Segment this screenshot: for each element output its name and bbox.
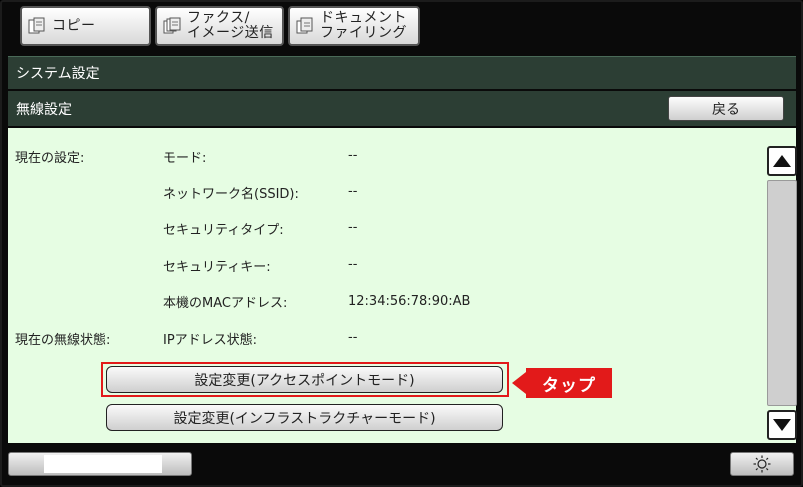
tab-copy-label: コピー [52,17,96,34]
wireless-settings-title-bar: 無線設定 戻る [8,91,796,126]
security-key-value: -- [348,257,358,272]
tab-copy[interactable]: コピー [20,6,151,46]
tab-document-label: ドキュメント ファイリング [320,11,407,41]
brightness-button[interactable] [730,452,794,476]
wireless-settings-title: 無線設定 [16,101,72,118]
tab-fax-image-send[interactable]: ファクス/ イメージ送信 [155,6,284,46]
current-settings-label: 現在の設定: [15,151,85,166]
mode-value: -- [348,148,358,163]
tab-fax-label: ファクス/ イメージ送信 [187,11,274,41]
tab-document-label-line2: ファイリング [320,25,407,41]
callout-arrow [512,372,526,394]
tab-document-label-line1: ドキュメント [320,10,407,26]
tap-callout-label: タップ [526,368,612,398]
status-indicator[interactable] [8,452,192,476]
ssid-label: ネットワーク名(SSID): [163,187,299,202]
triangle-down-icon [773,419,791,431]
back-button[interactable]: 戻る [668,96,784,121]
system-settings-title: システム設定 [16,66,100,82]
scrollbar-track[interactable] [767,180,797,406]
ip-status-label: IPアドレス状態: [163,333,258,348]
mac-address-value: 12:34:56:78:90:AB [348,294,471,309]
tab-fax-label-line1: ファクス/ [187,10,250,26]
security-type-value: -- [348,220,358,235]
security-type-label: セキュリティタイプ: [163,223,284,238]
triangle-up-icon [773,155,791,167]
scroll-down-button[interactable] [767,410,797,440]
mac-address-label: 本機のMACアドレス: [163,296,288,311]
security-key-label: セキュリティキー: [163,260,271,275]
ip-status-value: -- [348,330,358,345]
access-point-mode-button[interactable]: 設定変更(アクセスポイントモード) [106,366,503,393]
mode-label: モード: [163,151,207,166]
tab-fax-label-line2: イメージ送信 [187,25,274,41]
tab-document-filing[interactable]: ドキュメント ファイリング [288,6,420,46]
system-settings-title-bar: システム設定 [8,56,796,89]
brightness-icon [753,455,771,473]
fax-icon [163,17,181,35]
tap-callout: タップ [512,368,612,398]
document-filing-icon [296,17,314,35]
scroll-up-button[interactable] [767,146,797,176]
wireless-status-label: 現在の無線状態: [15,333,111,348]
infrastructure-mode-button[interactable]: 設定変更(インフラストラクチャーモード) [106,404,503,431]
ssid-value: -- [348,184,358,199]
status-indicator-field [44,455,162,473]
copy-icon [28,17,46,35]
